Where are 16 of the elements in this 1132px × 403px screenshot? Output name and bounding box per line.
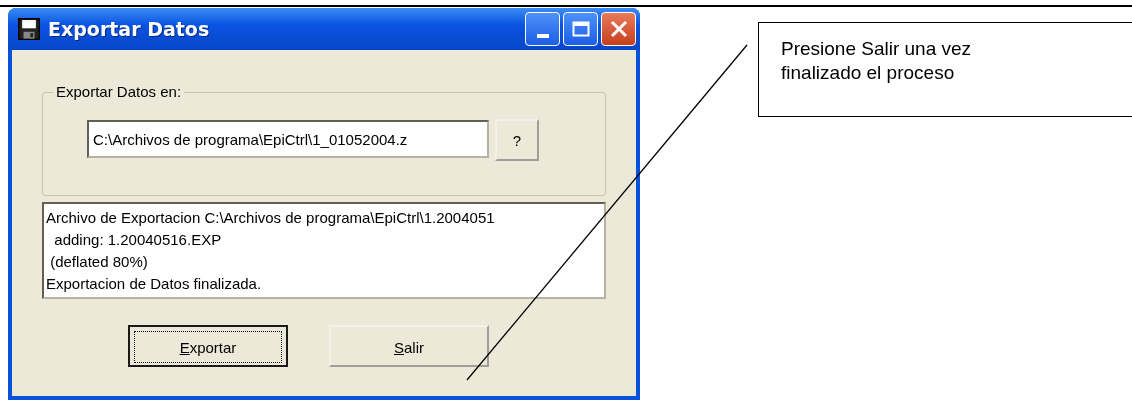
maximize-icon bbox=[571, 21, 590, 37]
path-field[interactable]: C:\Archivos de programa\EpiCtrl\1_01052004.z bbox=[87, 120, 489, 158]
callout-text: Presione Salir una vez finalizado el proceso bbox=[781, 37, 973, 85]
minimize-icon bbox=[536, 34, 549, 38]
minimize-button[interactable] bbox=[525, 12, 560, 46]
close-icon bbox=[609, 20, 628, 38]
log-line: (deflated 80%) bbox=[49, 252, 149, 272]
window-title: Exportar Datos bbox=[48, 18, 211, 40]
maximize-button[interactable] bbox=[563, 12, 598, 46]
close-button[interactable] bbox=[601, 12, 636, 46]
log-line: adding: 1.20040516.EXP bbox=[53, 230, 223, 250]
exit-button[interactable]: Salir bbox=[329, 325, 489, 367]
browse-button[interactable]: ? bbox=[495, 119, 539, 161]
log-line: Exportacion de Datos finalizada. bbox=[46, 274, 263, 294]
export-button[interactable]: Exportar bbox=[128, 325, 288, 367]
log-line: Archivo de Exportacion C:\Archivos de programa\EpiCtrl\1.2004051 bbox=[46, 208, 496, 228]
